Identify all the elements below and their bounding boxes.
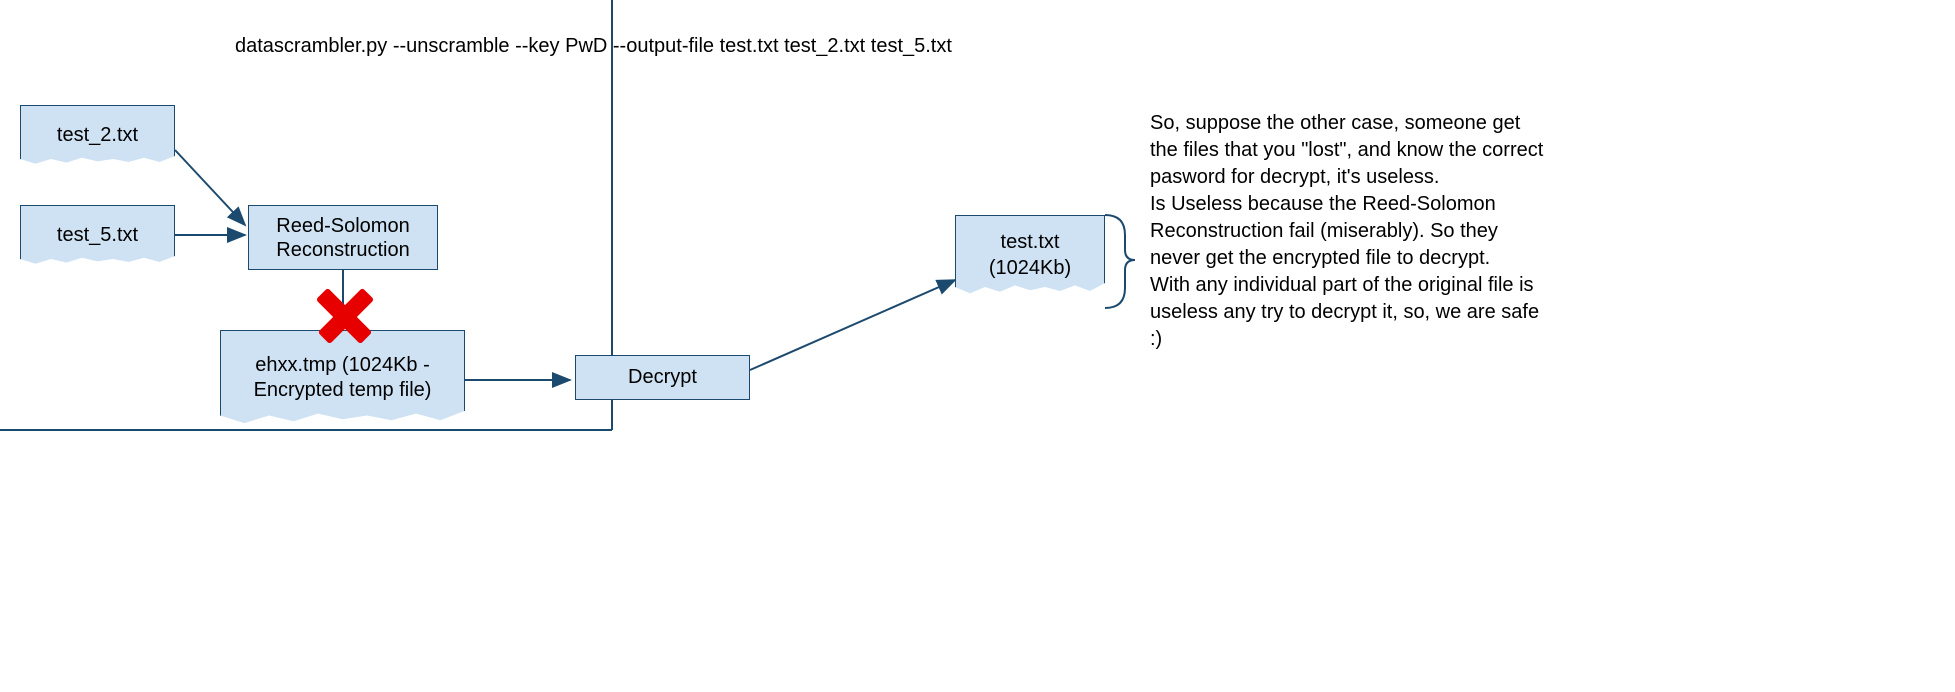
decrypt-box: Decrypt: [575, 355, 750, 400]
input-file-1-label: test_2.txt: [57, 124, 138, 147]
decrypt-label: Decrypt: [628, 366, 697, 389]
input-file-2-label: test_5.txt: [57, 224, 138, 247]
failure-x-icon: [310, 280, 380, 350]
output-file-label: test.txt (1024Kb): [964, 229, 1096, 281]
reed-solomon-box: Reed-Solomon Reconstruction: [248, 205, 438, 270]
input-file-2: test_5.txt: [20, 205, 175, 265]
output-file: test.txt (1024Kb): [955, 215, 1105, 295]
command-line-text: datascrambler.py --unscramble --key PwD …: [235, 35, 952, 58]
annotation-text: So, suppose the other case, someone get …: [1150, 110, 1550, 353]
diagram-canvas: datascrambler.py --unscramble --key PwD …: [0, 0, 1955, 692]
encrypted-temp-label: ehxx.tmp (1024Kb - Encrypted temp file): [229, 353, 456, 403]
input-file-1: test_2.txt: [20, 105, 175, 165]
reed-solomon-label: Reed-Solomon Reconstruction: [257, 214, 429, 262]
